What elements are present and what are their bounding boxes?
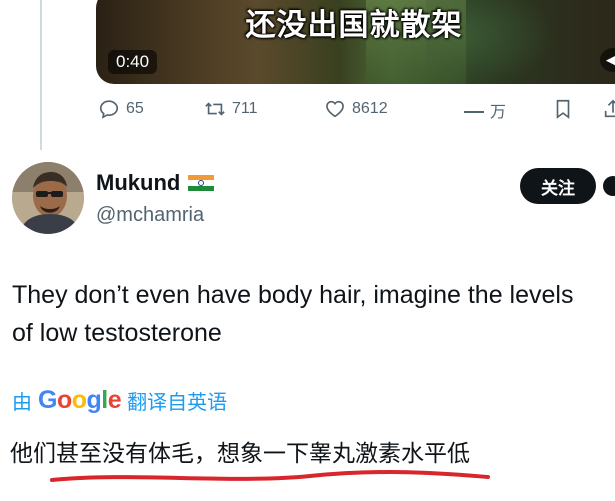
tweet-text-line: of low testosterone [12, 319, 222, 347]
like-icon [326, 100, 344, 118]
more-icon[interactable] [603, 176, 615, 196]
views-count: 万 [490, 104, 507, 121]
retweet-icon [205, 102, 225, 116]
reply-icon [99, 100, 119, 119]
bookmark-button[interactable] [552, 98, 574, 120]
reply-count: 65 [126, 100, 144, 117]
tweet-text: They don’t even have body hair, imagine … [12, 276, 615, 352]
india-flag-icon [188, 175, 215, 191]
author-handle[interactable]: @mchamria [96, 204, 204, 227]
author-name[interactable]: Mukund [96, 170, 215, 196]
avatar-image [12, 162, 84, 234]
author-name-text: Mukund [96, 170, 181, 195]
translate-suffix: 翻译自英语 [127, 390, 228, 414]
share-icon [604, 99, 615, 118]
follow-button[interactable]: 关注 [520, 168, 596, 204]
red-underline-annotation [50, 470, 490, 482]
volume-icon[interactable]: ◀) [600, 48, 615, 72]
avatar[interactable] [12, 162, 84, 234]
reply-button[interactable]: 65 [98, 98, 144, 120]
tweet-actions: 65 711 8612 万 [96, 98, 615, 126]
bookmark-icon [556, 99, 570, 119]
like-button[interactable]: 8612 [324, 98, 388, 120]
views-icon [464, 111, 484, 113]
views-button[interactable]: 万 [464, 98, 506, 122]
google-logo: Google [38, 386, 122, 414]
translate-prefix: 由 [12, 390, 32, 414]
thread-line [40, 0, 42, 150]
video-time: 0:40 [108, 50, 158, 74]
video-player[interactable]: 还没出国就散架 0:40 ◀) [96, 0, 615, 84]
tweet-text-line: They don’t even have body hair, imagine … [12, 281, 574, 309]
video-caption: 还没出国就散架 [245, 8, 463, 43]
like-count: 8612 [352, 100, 388, 117]
translation-attribution[interactable]: 由 Google 翻译自英语 [12, 386, 227, 415]
translated-text: 他们甚至没有体毛，想象一下睾丸激素水平低 [10, 441, 470, 467]
share-button[interactable] [602, 98, 615, 120]
retweet-button[interactable]: 711 [204, 98, 258, 120]
retweet-count: 711 [232, 100, 258, 117]
